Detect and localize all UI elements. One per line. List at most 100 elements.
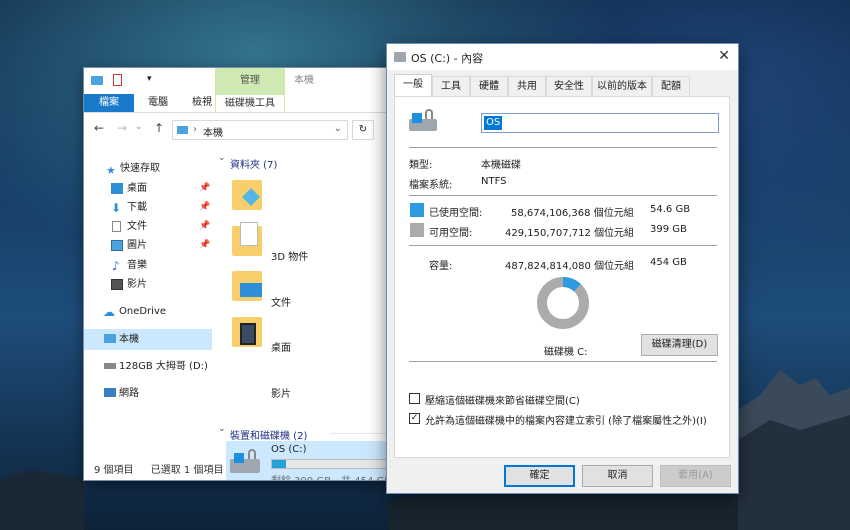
- breadcrumb-chevron-icon: ›: [193, 124, 197, 135]
- dialog-title-bar: OS (C:) - 內容 ✕: [387, 44, 738, 70]
- folder-icon[interactable]: [232, 313, 266, 349]
- drive-letter-label: 磁碟機 C:: [544, 347, 588, 358]
- pc-icon: [91, 76, 103, 85]
- nav-label: 文件: [127, 221, 147, 232]
- back-arrow-icon[interactable]: ←: [94, 121, 104, 135]
- pin-icon[interactable]: 📌: [199, 198, 210, 217]
- recent-chevron-icon[interactable]: ⌄: [135, 122, 143, 132]
- dropdown-icon[interactable]: ▾: [147, 74, 152, 84]
- folder-name[interactable]: 文件: [271, 294, 291, 309]
- free-space-gb: 399 GB: [650, 224, 687, 235]
- folder-icon[interactable]: [232, 222, 266, 258]
- donut-free-segment: [537, 277, 589, 329]
- divider: [409, 147, 717, 148]
- status-selected: 已選取 1 個項目: [150, 465, 224, 476]
- used-space-label: 已使用空間:: [429, 208, 483, 219]
- free-space-label: 可用空間:: [429, 228, 473, 239]
- nav-label: 影片: [127, 279, 147, 290]
- tab-computer[interactable]: 電腦: [136, 94, 180, 112]
- window-title: 本機: [294, 75, 314, 86]
- nav-item-pictures[interactable]: 圖片 📌: [84, 236, 212, 255]
- volume-name-text: OS: [484, 116, 503, 130]
- folders-group-header[interactable]: 資料夾 (7): [230, 156, 277, 171]
- nav-item-desktop[interactable]: 桌面 📌: [84, 179, 212, 198]
- capacity-gb: 454 GB: [650, 257, 687, 268]
- tab-security[interactable]: 安全性: [546, 76, 592, 96]
- used-space-swatch: [410, 203, 424, 217]
- devices-group-header[interactable]: 裝置和磁碟機 (2): [230, 427, 307, 442]
- collapse-chevron-icon[interactable]: ⌄: [218, 424, 226, 434]
- manage-context-tab[interactable]: 管理: [215, 68, 285, 94]
- filesystem-label: 檔案系統:: [409, 180, 453, 191]
- type-label: 類型:: [409, 160, 433, 171]
- compress-label[interactable]: 壓縮這個磁碟機來節省磁碟空間(C): [425, 392, 580, 407]
- nav-quick-access[interactable]: ★ 快速存取: [84, 159, 212, 178]
- divider: [330, 433, 389, 434]
- folder-name[interactable]: 桌面: [271, 339, 291, 354]
- nav-item-documents[interactable]: 文件 📌: [84, 217, 212, 236]
- pc-icon: [177, 126, 188, 134]
- pin-icon[interactable]: 📌: [199, 217, 210, 236]
- general-tab-panel: OS 類型: 本機磁碟 檔案系統: NTFS 已使用空間: 58,674,106…: [394, 96, 730, 458]
- index-checkbox[interactable]: ✓: [409, 413, 420, 424]
- forward-arrow-icon[interactable]: →: [117, 121, 127, 135]
- index-label[interactable]: 允許為這個磁碟機中的檔案內容建立索引 (除了檔案屬性之外)(I): [425, 412, 707, 427]
- nav-item-videos[interactable]: 影片: [84, 275, 212, 294]
- close-icon[interactable]: ✕: [718, 48, 730, 64]
- tab-tools[interactable]: 工具: [432, 76, 470, 96]
- properties-icon[interactable]: [113, 74, 122, 86]
- address-path: 本機: [203, 128, 223, 139]
- nav-network[interactable]: 網路: [84, 384, 212, 403]
- nav-onedrive[interactable]: ☁ OneDrive: [84, 302, 212, 321]
- nav-drive-d[interactable]: 128GB 大拇哥 (D:): [84, 357, 212, 376]
- apply-button[interactable]: 套用(A): [660, 465, 731, 487]
- type-value: 本機磁碟: [481, 160, 521, 171]
- music-note-icon: ♪: [112, 259, 120, 273]
- properties-dialog: OS (C:) - 內容 ✕ 一般 工具 硬體 共用 安全性 以前的版本 配額 …: [387, 44, 738, 493]
- tab-general[interactable]: 一般: [394, 74, 432, 97]
- network-icon: [104, 388, 116, 397]
- folder-name[interactable]: 影片: [271, 385, 291, 400]
- compress-checkbox[interactable]: [409, 393, 420, 404]
- pin-icon[interactable]: 📌: [199, 236, 210, 255]
- nav-label: 快速存取: [120, 163, 160, 174]
- ribbon-tabs: 檔案 電腦 檢視 磁碟機工具: [84, 94, 389, 113]
- quick-access-toolbar: ▾ 管理 本機: [84, 68, 389, 94]
- folder-name[interactable]: 3D 物件: [271, 248, 308, 263]
- capacity-bytes: 487,824,814,080 個位元組: [505, 261, 635, 272]
- folder-icon[interactable]: [232, 267, 266, 303]
- tab-previous-versions[interactable]: 以前的版本: [592, 76, 652, 96]
- pin-icon[interactable]: 📌: [199, 179, 210, 198]
- tab-quota[interactable]: 配額: [652, 76, 690, 96]
- nav-item-downloads[interactable]: ⬇ 下載 📌: [84, 198, 212, 217]
- refresh-button[interactable]: ↻: [352, 120, 374, 140]
- folder-icon[interactable]: [232, 176, 266, 212]
- tab-drive-tools[interactable]: 磁碟機工具: [215, 94, 285, 112]
- tab-file[interactable]: 檔案: [84, 94, 134, 112]
- address-bar-row: ← → ⌄ ↑ › 本機 ⌄ ↻: [84, 114, 389, 144]
- nav-label: 本機: [119, 334, 139, 345]
- nav-this-pc[interactable]: 本機: [84, 329, 212, 350]
- ok-button[interactable]: 確定: [504, 465, 575, 487]
- disk-cleanup-button[interactable]: 磁碟清理(D): [641, 334, 718, 356]
- download-icon: ⬇: [111, 201, 122, 215]
- capacity-label: 容量:: [429, 261, 453, 272]
- drive-icon: [394, 52, 406, 62]
- nav-label: 圖片: [127, 240, 147, 251]
- divider: [409, 361, 717, 362]
- address-dropdown-icon[interactable]: ⌄: [334, 123, 342, 134]
- collapse-chevron-icon[interactable]: ⌄: [218, 153, 226, 163]
- cancel-button[interactable]: 取消: [582, 465, 653, 487]
- cloud-icon: ☁: [103, 305, 115, 319]
- filesystem-value: NTFS: [481, 176, 507, 187]
- address-box[interactable]: › 本機 ⌄: [172, 120, 348, 140]
- nav-item-music[interactable]: ♪ 音樂: [84, 256, 212, 275]
- tab-sharing[interactable]: 共用: [508, 76, 546, 96]
- nav-label: 128GB 大拇哥 (D:): [119, 361, 208, 372]
- tab-hardware[interactable]: 硬體: [470, 76, 508, 96]
- dialog-title: OS (C:) - 內容: [411, 52, 484, 65]
- up-arrow-icon[interactable]: ↑: [154, 121, 164, 135]
- film-icon: [111, 279, 123, 290]
- volume-name-input[interactable]: OS: [481, 113, 719, 133]
- nav-label: 音樂: [127, 260, 147, 271]
